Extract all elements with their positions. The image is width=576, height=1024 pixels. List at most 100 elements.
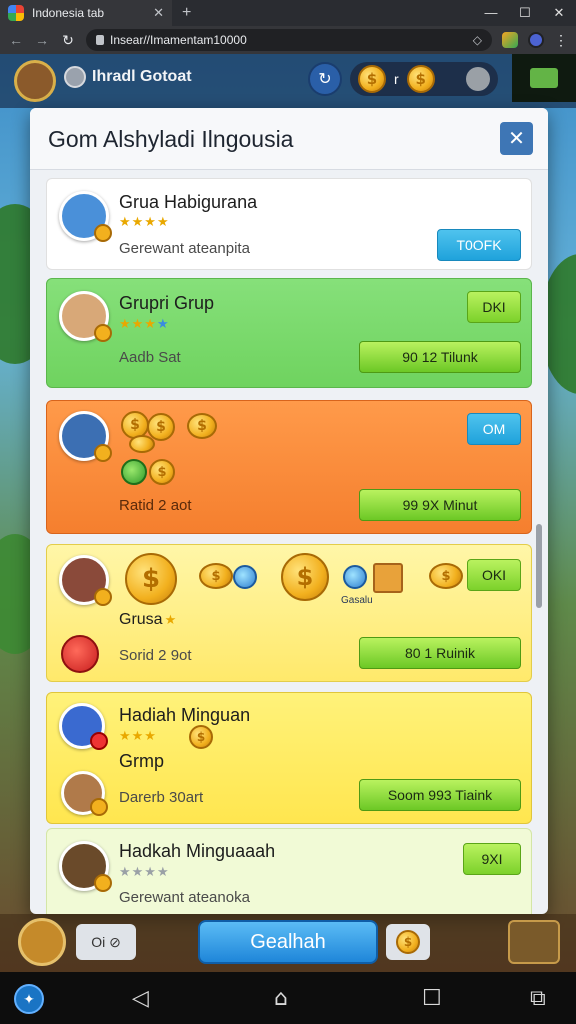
- card-subtitle: Ratid 2 aot: [119, 497, 192, 514]
- card-subtitle: Sorid 2 9ot: [119, 647, 192, 664]
- currency-count: r: [394, 71, 399, 87]
- timer-button[interactable]: Soom 993 Tiaink: [359, 779, 521, 811]
- bonus-badge-icon: [61, 635, 99, 673]
- star-rating: ★: [164, 613, 178, 628]
- card-subtitle: Gerewant ateanpita: [119, 240, 250, 257]
- coin-icon: $: [358, 65, 386, 93]
- star-rating: ★★★★: [119, 317, 170, 332]
- toggle-icon[interactable]: [466, 67, 490, 91]
- shop-button[interactable]: [512, 54, 576, 102]
- avatar: [59, 411, 112, 462]
- coin-icon: $: [189, 725, 213, 749]
- back-icon[interactable]: ←: [8, 32, 24, 48]
- card-title: Hadkah Minguaaah: [119, 841, 276, 861]
- coin-icon: $: [396, 930, 420, 954]
- badge-icon: [90, 732, 108, 750]
- nav-recents-icon[interactable]: ☐: [422, 986, 442, 1011]
- minimize-icon[interactable]: —: [474, 5, 508, 21]
- coin-button[interactable]: $: [386, 924, 430, 960]
- reward-card: Grua Habigurana ★★★★ Gerewant ateanpita …: [46, 178, 532, 270]
- lock-icon: [96, 35, 104, 45]
- app-launcher-icon[interactable]: ✦: [14, 984, 44, 1014]
- settings-chip[interactable]: Oi ⊘: [76, 924, 136, 960]
- card-title: Grua Habigurana: [119, 192, 258, 212]
- star-rating: ★★★★: [119, 215, 170, 230]
- player-name: Ihradl Gotoat: [92, 68, 192, 85]
- weekly-rewards-modal: Gom Alshyladi Ilngousia ✕ Grua Habiguran…: [30, 108, 548, 914]
- star-rating: ★★★★: [119, 865, 170, 880]
- player-name-group: Ihradl Gotoat: [64, 66, 192, 88]
- timer-button[interactable]: 90 12 Tilunk: [359, 341, 521, 373]
- star-rating-blue: ★: [156, 317, 170, 332]
- android-nav-bar: ✦ ◁ ⌂ ☐ ⧉: [0, 972, 576, 1024]
- maximize-icon[interactable]: ☐: [508, 5, 542, 21]
- currency-pill[interactable]: $ r $: [350, 62, 498, 96]
- claim-button[interactable]: T0OFK: [437, 229, 521, 261]
- claim-button[interactable]: 9XI: [463, 843, 521, 875]
- game-hud: Ihradl Gotoat ↻ $ r $: [0, 54, 576, 108]
- gift-label: Gasalu: [341, 595, 373, 606]
- card-subtitle: Aadb Sat: [119, 349, 181, 366]
- nav-home-icon[interactable]: ⌂: [274, 986, 288, 1011]
- url-field[interactable]: Insear//Imamentam10000 ◇: [86, 29, 492, 51]
- card-title: Grupri Grup: [119, 293, 215, 313]
- bookmark-icon[interactable]: ◇: [473, 33, 482, 47]
- coin-icon: $: [281, 553, 329, 601]
- nav-extra-icon[interactable]: ⧉: [530, 986, 546, 1011]
- scrollbar[interactable]: [536, 524, 542, 608]
- player-avatar[interactable]: [14, 60, 56, 102]
- player-avatar[interactable]: [18, 918, 66, 966]
- rank-badge-icon: [64, 66, 86, 88]
- avatar: [61, 771, 108, 816]
- tab-title: Indonesia tab: [32, 6, 105, 20]
- avatar: [59, 703, 108, 750]
- nav-back-icon[interactable]: ◁: [132, 986, 149, 1011]
- tab-close-icon[interactable]: ✕: [153, 5, 164, 21]
- browser-tab[interactable]: Indonesia tab ✕: [0, 0, 172, 26]
- forward-icon[interactable]: →: [34, 32, 50, 48]
- profile-icon[interactable]: [528, 32, 544, 48]
- browser-menu-icon[interactable]: ⋮: [554, 32, 568, 49]
- avatar: [59, 291, 112, 342]
- timer-button[interactable]: 80 1 Ruinik: [359, 637, 521, 669]
- window-controls: — ☐ ✕: [474, 5, 576, 21]
- close-button[interactable]: ✕: [500, 122, 533, 155]
- refresh-button[interactable]: ↻: [308, 62, 342, 96]
- avatar: [59, 841, 112, 892]
- timer-button[interactable]: 99 9X Minut: [359, 489, 521, 521]
- star-rating: ★★★: [119, 729, 157, 744]
- url-text[interactable]: Insear//Imamentam10000: [110, 33, 467, 47]
- modal-header: Gom Alshyladi Ilngousia ✕: [30, 108, 548, 170]
- window-close-icon[interactable]: ✕: [542, 5, 576, 21]
- coin-icon: $: [125, 553, 177, 605]
- coin-icon: [90, 798, 108, 816]
- coin-icon: [94, 444, 112, 462]
- inventory-button[interactable]: [508, 920, 560, 964]
- star-rating-gold: ★★★: [119, 317, 157, 332]
- card-subtitle: Gerewant ateanoka: [119, 889, 250, 906]
- hud-resources: ↻ $ r $: [308, 62, 498, 96]
- reward-card: $ $ $ Gasalu $ Grusa ★ Sorid 2 9ot OKI 80…: [46, 544, 532, 682]
- card-title-text: Grusa: [119, 611, 163, 628]
- claim-button[interactable]: OKI: [467, 559, 521, 591]
- coin-icon: [129, 435, 155, 453]
- coin-icon: [94, 324, 112, 342]
- reward-card: Hadiah Minguan ★★★ $ Grmp Darerb 30art S…: [46, 692, 532, 824]
- browser-tab-bar: Indonesia tab ✕ + — ☐ ✕: [0, 0, 576, 26]
- main-action-button[interactable]: Gealhah: [198, 920, 378, 964]
- reload-icon[interactable]: ↻: [60, 32, 76, 49]
- coin-icon: [94, 224, 112, 242]
- game-bottom-bar: Oi ⊘ Gealhah $: [0, 914, 576, 972]
- reward-card: $ $ $ $ Ratid 2 aot OM 99 9X Minut: [46, 400, 532, 534]
- claim-button[interactable]: DKI: [467, 291, 521, 323]
- new-tab-icon[interactable]: +: [182, 4, 191, 22]
- browser-address-bar: ← → ↻ Insear//Imamentam10000 ◇ ⋮: [0, 26, 576, 54]
- extension-icon[interactable]: [502, 32, 518, 48]
- coin-icon: $: [187, 413, 217, 439]
- reward-card: Hadkah Minguaaah ★★★★ Gerewant ateanoka …: [46, 828, 532, 914]
- claim-button[interactable]: OM: [467, 413, 521, 445]
- browser-favicon-icon: [8, 5, 24, 21]
- coin-icon: $: [149, 459, 175, 485]
- coin-icon: $: [199, 563, 233, 589]
- coin-icon: $: [429, 563, 463, 589]
